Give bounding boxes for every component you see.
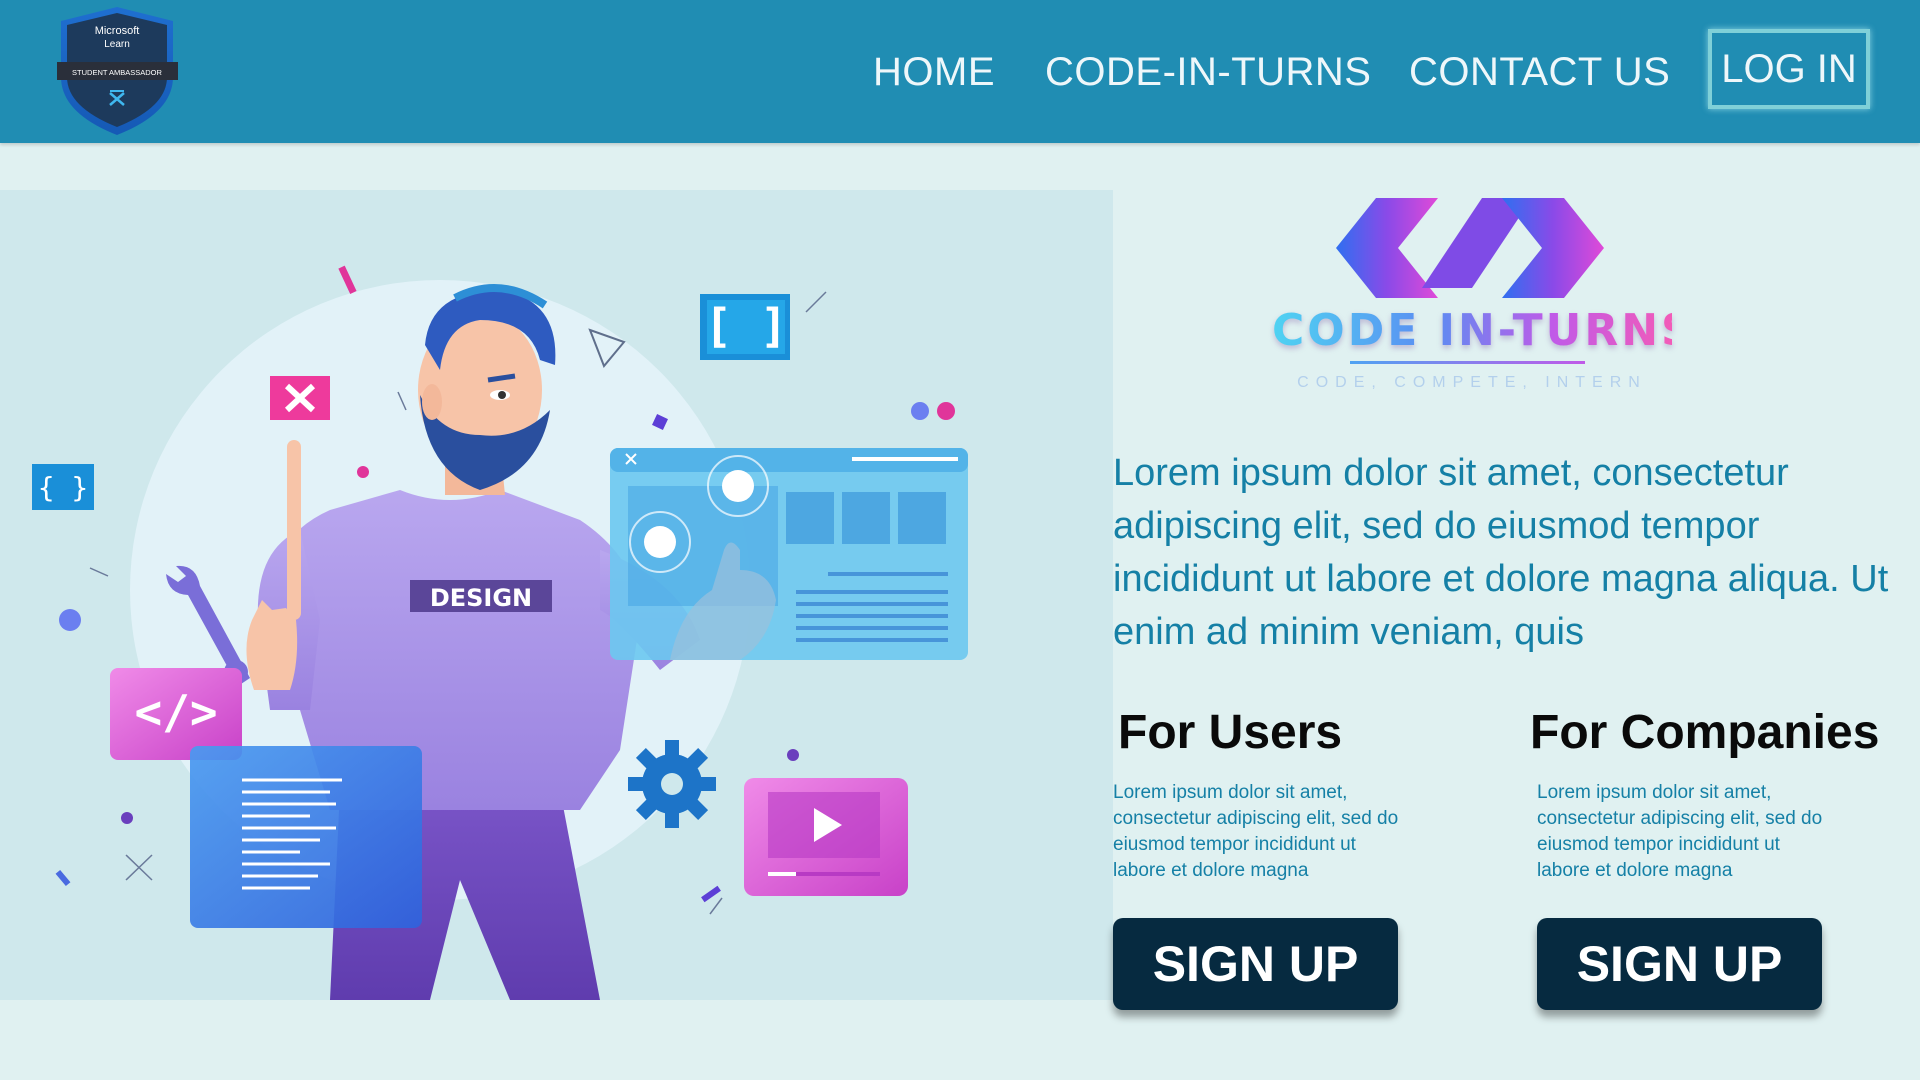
document-panel-icon <box>190 746 422 928</box>
brand-wordmark: CODE IN-TURNS <box>1272 305 1696 356</box>
play-icon <box>744 778 908 896</box>
for-companies-description: Lorem ipsum dolor sit amet, consectetur … <box>1537 782 1823 881</box>
hero-illustration: [ ] { } DESIGN </> <box>0 190 1113 1000</box>
badge-ribbon-text: STUDENT AMBASSADOR <box>72 68 162 77</box>
code-in-turns-logo <box>1336 198 1604 298</box>
badge-line2: Learn <box>104 39 130 50</box>
microsoft-learn-student-ambassador-badge[interactable]: Microsoft Learn STUDENT AMBASSADOR <box>55 5 180 138</box>
login-button[interactable]: LOG IN <box>1708 29 1870 109</box>
users-signup-button[interactable]: SIGN UP <box>1113 918 1398 1010</box>
nav-code-in-turns[interactable]: CODE-IN-TURNS <box>1045 50 1371 95</box>
svg-text:{ }: { } <box>38 471 89 504</box>
badge-line1: Microsoft <box>95 25 140 37</box>
shirt-label: DESIGN <box>430 584 532 612</box>
gear-icon <box>628 740 716 828</box>
top-nav-bar: Microsoft Learn STUDENT AMBASSADOR HOME … <box>0 0 1920 143</box>
for-users-description: Lorem ipsum dolor sit amet, consectetur … <box>1113 782 1399 881</box>
for-companies-heading: For Companies <box>1530 706 1880 759</box>
nav-contact-us[interactable]: CONTACT US <box>1409 50 1670 95</box>
brand-tagline: CODE, COMPETE, INTERN <box>1297 374 1647 391</box>
nav-home[interactable]: HOME <box>873 50 995 95</box>
code-brackets-logo-icon <box>1336 198 1604 298</box>
developer-illustration: [ ] { } DESIGN </> <box>32 265 968 1000</box>
for-users-heading: For Users <box>1118 706 1343 759</box>
svg-text:[ ]: [ ] <box>704 299 787 353</box>
browser-window-icon <box>610 448 968 660</box>
brackets-small-icon: { } <box>32 464 94 510</box>
intro-paragraph: Lorem ipsum dolor sit amet, consectetur … <box>1113 452 1889 653</box>
brand-divider <box>1350 361 1585 364</box>
close-icon <box>270 376 330 420</box>
svg-text:</>: </> <box>134 685 217 739</box>
companies-signup-button[interactable]: SIGN UP <box>1537 918 1822 1010</box>
brackets-icon: [ ] <box>700 294 790 360</box>
